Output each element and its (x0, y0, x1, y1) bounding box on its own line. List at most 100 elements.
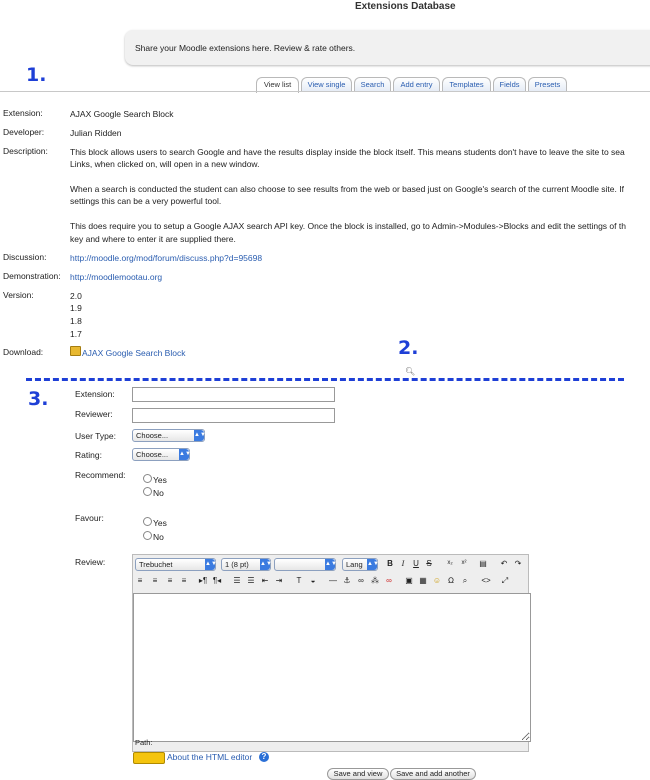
unordered-list-icon[interactable]: ☰ (246, 576, 256, 586)
marker-1: 1. (26, 64, 47, 86)
indent-icon[interactable]: ⇥ (274, 576, 284, 586)
developer-value: Julian Ridden (70, 128, 122, 138)
underline-icon[interactable]: U (411, 559, 421, 569)
form-review-label: Review: (75, 557, 106, 567)
text-color-icon[interactable]: T (294, 576, 304, 586)
ltr-icon[interactable]: ▸¶ (198, 576, 208, 586)
rtl-icon[interactable]: ¶◂ (212, 576, 222, 586)
superscript-icon[interactable]: x² (459, 558, 469, 568)
lang-value: Lang (346, 560, 363, 569)
version-item: 2.0 (70, 291, 82, 301)
favour-yes-label: Yes (153, 518, 167, 528)
form-rating-label: Rating: (75, 450, 102, 460)
font-select[interactable]: Trebuchet ▲▼ (135, 558, 217, 571)
image-icon[interactable]: ▣ (404, 576, 414, 586)
favour-yes-radio[interactable] (143, 517, 152, 526)
extension-value: AJAX Google Search Block (70, 109, 174, 119)
smiley-icon[interactable]: ☺ (432, 576, 442, 586)
subscript-icon[interactable]: x₂ (445, 558, 455, 568)
recommend-no-radio[interactable] (143, 487, 152, 496)
select-arrow-icon: ▲▼ (260, 559, 272, 570)
favour-no-radio[interactable] (143, 531, 152, 540)
search-replace-icon[interactable]: ⌕ (460, 576, 470, 586)
select-arrow-icon: ▲▼ (325, 559, 337, 570)
fullscreen-icon[interactable]: ⤢ (500, 576, 510, 586)
select-arrow-icon: ▲▼ (367, 559, 379, 570)
download-link[interactable]: AJAX Google Search Block (82, 347, 185, 359)
html-source-icon[interactable]: <> (481, 576, 491, 586)
save-and-view-button[interactable]: Save and view (327, 768, 389, 780)
tab-add-entry[interactable]: Add entry (393, 77, 440, 92)
tab-search[interactable]: Search (354, 77, 391, 92)
strikethrough-icon[interactable]: S (424, 559, 434, 569)
reviewer-input[interactable] (132, 408, 335, 423)
magnifier-icon[interactable]: 🔍︎ (405, 367, 415, 376)
form-usertype-label: User Type: (75, 431, 116, 441)
align-right-icon[interactable]: ≡ (165, 576, 175, 586)
description-label: Description: (3, 146, 48, 156)
tab-fields[interactable]: Fields (493, 77, 526, 92)
undo-icon[interactable]: ↶ (499, 559, 509, 569)
marker-2: 2. (398, 337, 419, 359)
description-line: key and where to enter it are supplied t… (70, 234, 236, 244)
table-icon[interactable]: ▦ (418, 576, 428, 586)
form-favour-label: Favour: (75, 513, 104, 523)
select-arrow-icon: ▲▼ (205, 559, 217, 570)
tab-presets[interactable]: Presets (528, 77, 567, 92)
outdent-icon[interactable]: ⇤ (260, 576, 270, 586)
form-recommend-label: Recommend: (75, 470, 126, 480)
save-and-add-another-button[interactable]: Save and add another (390, 768, 476, 780)
rating-select[interactable]: Choose... ▲▼ (132, 448, 191, 461)
link-icon[interactable]: ∞ (356, 576, 366, 586)
align-center-icon[interactable]: ≡ (150, 576, 160, 586)
special-char-icon[interactable]: Ω (446, 576, 456, 586)
usertype-select[interactable]: Choose... ▲▼ (132, 429, 206, 442)
discussion-label: Discussion: (3, 252, 47, 262)
tab-templates[interactable]: Templates (442, 77, 491, 92)
select-arrow-icon: ▲▼ (194, 430, 206, 441)
rating-value: Choose... (136, 450, 169, 459)
demonstration-link[interactable]: http://moodlemootau.org (70, 271, 162, 283)
html-editor-help-link[interactable]: About the HTML editor (167, 752, 252, 762)
clean-word-icon[interactable]: ▤ (478, 559, 488, 569)
ordered-list-icon[interactable]: ☰ (232, 576, 242, 586)
size-select[interactable]: 1 (8 pt) ▲▼ (221, 558, 272, 571)
background-color-icon[interactable]: ◒ (308, 576, 318, 586)
italic-icon[interactable]: I (398, 559, 408, 569)
form-reviewer-label: Reviewer: (75, 409, 113, 419)
download-label: Download: (3, 347, 44, 357)
font-value: Trebuchet (139, 560, 173, 569)
extension-input[interactable] (132, 387, 335, 402)
align-left-icon[interactable]: ≡ (135, 576, 145, 586)
help-badge-icon[interactable] (133, 752, 165, 764)
nolink-icon[interactable]: ∞ (384, 576, 394, 586)
align-justify-icon[interactable]: ≡ (179, 576, 189, 586)
recommend-yes-radio[interactable] (143, 474, 152, 483)
favour-no-label: No (153, 532, 164, 542)
description-line: This block allows users to search Google… (70, 147, 625, 157)
form-extension-label: Extension: (75, 389, 115, 399)
format-select[interactable]: ▲▼ (274, 558, 337, 571)
bold-icon[interactable]: B (385, 559, 395, 569)
description-line: Links, when clicked on, will open in a n… (70, 159, 260, 169)
horizontal-rule-icon[interactable]: — (328, 576, 338, 586)
anchor-icon[interactable]: ⚓︎ (342, 576, 352, 586)
review-textarea[interactable] (133, 593, 531, 742)
size-value: 1 (8 pt) (225, 560, 249, 569)
page-title: Extensions Database (355, 1, 456, 12)
recommend-no-label: No (153, 488, 164, 498)
demonstration-label: Demonstration: (3, 271, 61, 281)
developer-label: Developer: (3, 127, 45, 137)
section-divider (26, 378, 624, 381)
redo-icon[interactable]: ↷ (513, 559, 523, 569)
tab-divider (0, 91, 650, 92)
version-label: Version: (3, 290, 34, 300)
unlink-icon[interactable]: ⁂ (370, 576, 380, 586)
lang-select[interactable]: Lang ▲▼ (342, 558, 379, 571)
tab-view-single[interactable]: View single (301, 77, 352, 92)
description-line: This does require you to setup a Google … (70, 221, 626, 231)
help-icon[interactable]: ? (259, 752, 269, 762)
discussion-link[interactable]: http://moodle.org/mod/forum/discuss.php?… (70, 252, 262, 264)
editor-path: Path: (135, 738, 153, 747)
marker-3: 3. (28, 388, 49, 410)
